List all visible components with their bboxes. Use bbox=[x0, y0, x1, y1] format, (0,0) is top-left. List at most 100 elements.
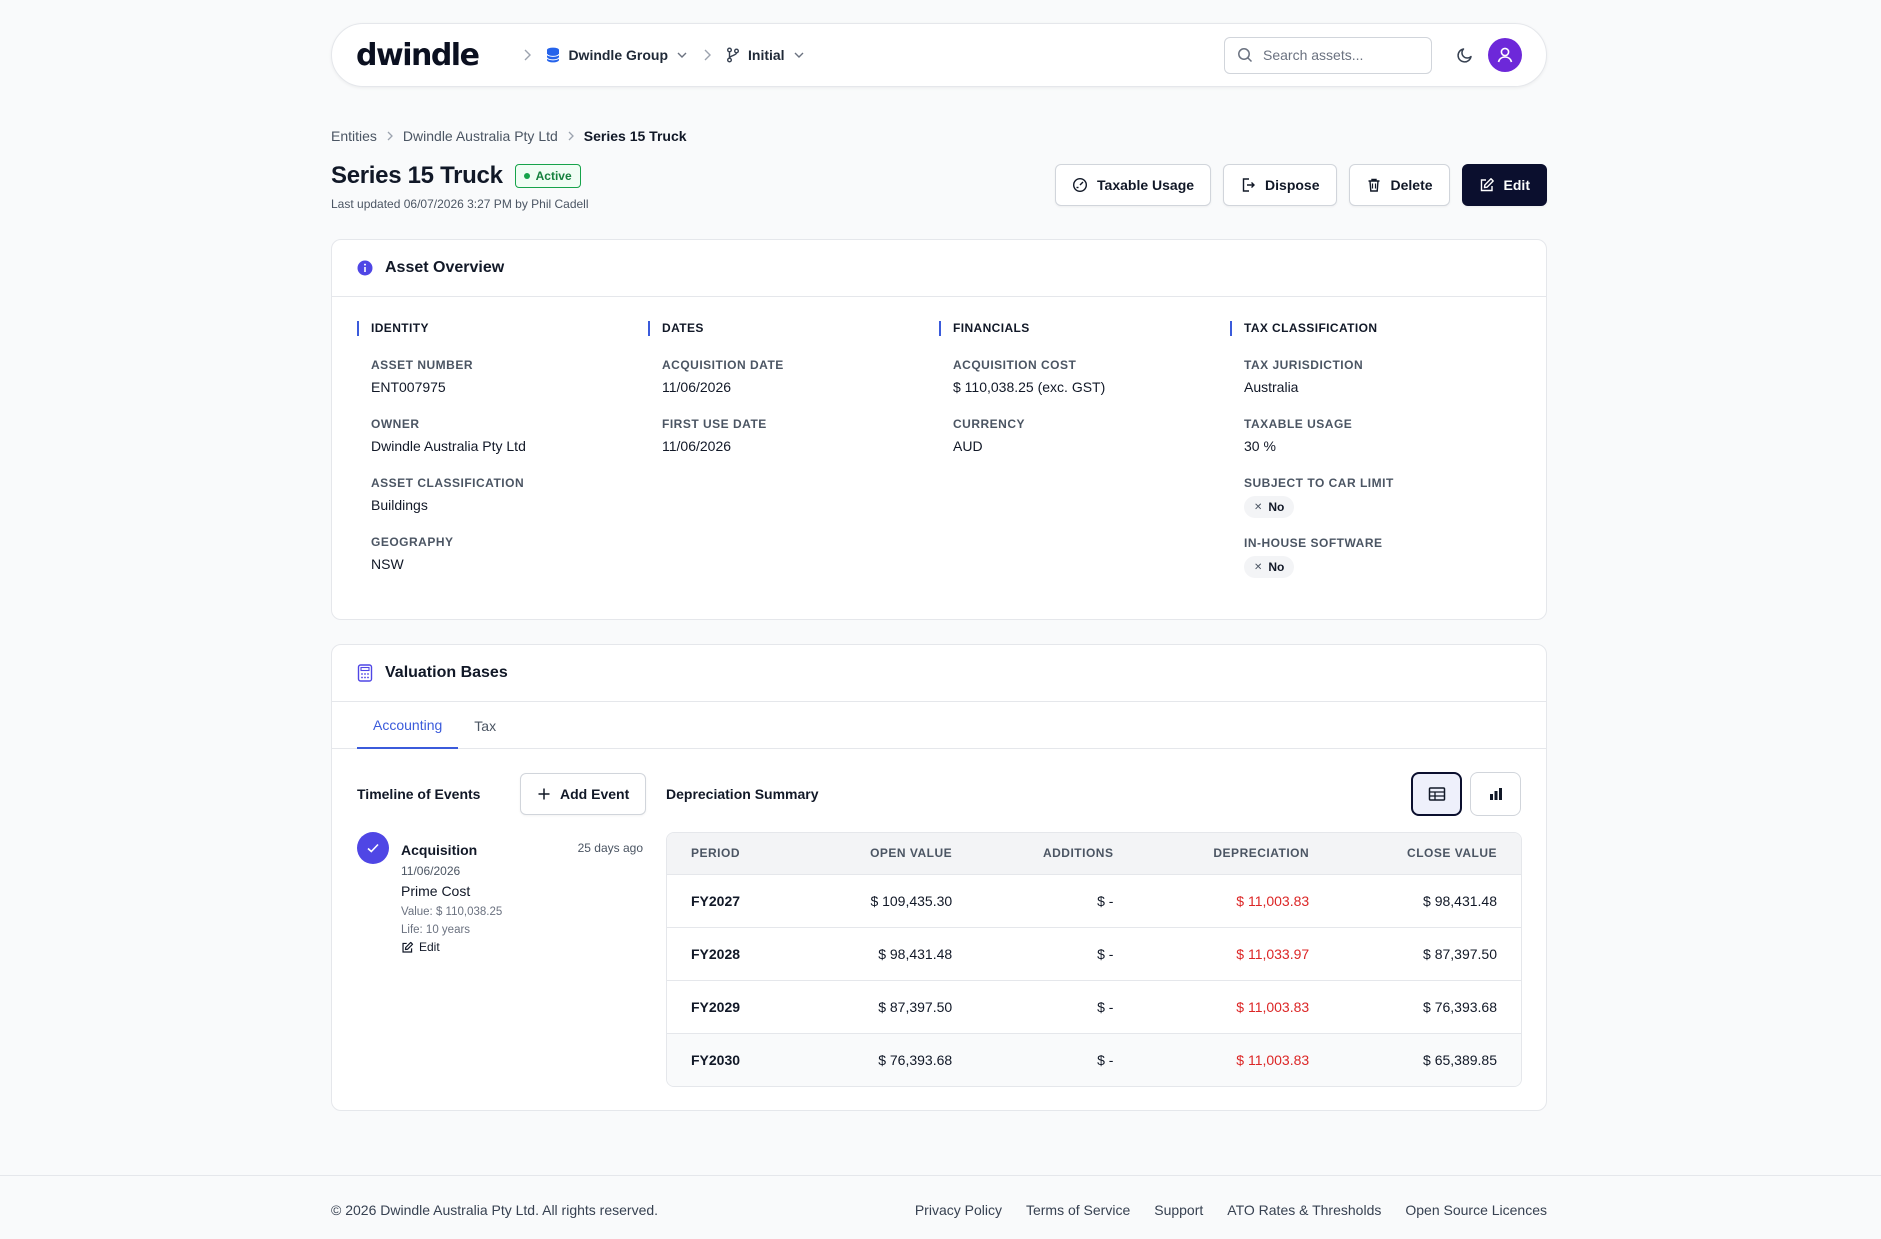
field-label: TAXABLE USAGE bbox=[1244, 417, 1353, 431]
copyright: © 2026 Dwindle Australia Pty Ltd. All ri… bbox=[331, 1202, 659, 1218]
acquisition-date: 11/06/2026 bbox=[662, 379, 732, 395]
open-value-cell: $ 87,397.50 bbox=[799, 980, 977, 1034]
branch-selector[interactable]: Initial bbox=[726, 47, 805, 63]
column-header: CLOSE VALUE bbox=[1333, 833, 1521, 875]
event-date: 11/06/2026 bbox=[401, 864, 461, 878]
table-header-row: PERIOD OPEN VALUE ADDITIONS DEPRECIATION… bbox=[667, 833, 1521, 875]
depreciation-table: PERIOD OPEN VALUE ADDITIONS DEPRECIATION… bbox=[666, 832, 1522, 1087]
chevron-right-icon bbox=[522, 49, 532, 61]
add-event-button[interactable]: Add Event bbox=[520, 773, 647, 815]
branch-name: Initial bbox=[748, 47, 785, 63]
close-value-cell: $ 98,431.48 bbox=[1333, 874, 1521, 928]
additions-cell: $ - bbox=[976, 980, 1138, 1034]
column-header: PERIOD bbox=[667, 833, 800, 875]
in-house-software-value: No bbox=[1268, 560, 1285, 574]
table-view-button[interactable] bbox=[1411, 772, 1462, 816]
additions-cell: $ - bbox=[976, 1033, 1138, 1086]
add-event-label: Add Event bbox=[560, 786, 630, 802]
field-label: ASSET NUMBER bbox=[371, 358, 474, 372]
asset-number: ENT007975 bbox=[371, 379, 446, 395]
close-value-cell: $ 65,389.85 bbox=[1333, 1033, 1521, 1086]
timeline-title: Timeline of Events bbox=[357, 786, 481, 802]
valuation-tabs: Accounting Tax bbox=[332, 702, 1546, 749]
field-label: TAX JURISDICTION bbox=[1244, 358, 1364, 372]
depreciation-summary-title: Depreciation Summary bbox=[666, 786, 819, 802]
field-label: OWNER bbox=[371, 417, 420, 431]
open-value-cell: $ 76,393.68 bbox=[799, 1033, 977, 1086]
info-icon bbox=[357, 260, 373, 276]
additions-cell: $ - bbox=[976, 874, 1138, 928]
tab-tax[interactable]: Tax bbox=[458, 702, 512, 749]
footer-links: Privacy Policy Terms of Service Support … bbox=[915, 1202, 1547, 1218]
gauge-icon bbox=[1073, 177, 1088, 193]
search-input[interactable] bbox=[1263, 47, 1403, 63]
avatar[interactable] bbox=[1488, 38, 1522, 72]
car-limit-value: No bbox=[1268, 500, 1285, 514]
asset-classification: Buildings bbox=[371, 497, 428, 513]
period-cell: FY2027 bbox=[667, 874, 800, 928]
edit-button[interactable]: Edit bbox=[1461, 164, 1547, 206]
additions-cell: $ - bbox=[976, 927, 1138, 981]
dispose-label: Dispose bbox=[1265, 177, 1320, 193]
view-toggle bbox=[1411, 772, 1521, 816]
trash-icon bbox=[1368, 178, 1380, 192]
financials-section: FINANCIALS ACQUISITION COST $ 110,038.25 … bbox=[939, 321, 1230, 578]
page-header: Series 15 Truck Active Last updated 06/0… bbox=[331, 162, 1547, 212]
asset-overview-title: Asset Overview bbox=[385, 259, 505, 276]
header-actions: Taxable Usage Dispose Delete Edit bbox=[1055, 164, 1547, 206]
depreciation-cell: $ 11,033.97 bbox=[1137, 927, 1334, 981]
column-header: DEPRECIATION bbox=[1137, 833, 1334, 875]
event-ago: 25 days ago bbox=[577, 841, 643, 855]
taxable-usage: 30 % bbox=[1244, 438, 1276, 454]
breadcrumb-entity[interactable]: Dwindle Australia Pty Ltd bbox=[403, 128, 558, 144]
git-branch-icon bbox=[727, 47, 739, 63]
dispose-button[interactable]: Dispose bbox=[1223, 164, 1337, 206]
event-edit-button[interactable]: Edit bbox=[401, 940, 440, 954]
footer-link-privacy[interactable]: Privacy Policy bbox=[915, 1202, 1002, 1218]
tab-accounting[interactable]: Accounting bbox=[357, 702, 459, 749]
taxable-usage-button[interactable]: Taxable Usage bbox=[1055, 164, 1212, 206]
owner: Dwindle Australia Pty Ltd bbox=[371, 438, 526, 454]
depreciation-cell: $ 11,003.83 bbox=[1137, 980, 1334, 1034]
section-heading: IDENTITY bbox=[357, 321, 648, 336]
moon-icon bbox=[1457, 48, 1472, 63]
org-selector[interactable]: Dwindle Group bbox=[546, 47, 688, 63]
table-row: FY2028 $ 98,431.48 $ - $ 11,033.97 $ 87,… bbox=[667, 927, 1521, 981]
logo[interactable]: dwindle bbox=[356, 38, 480, 73]
status-badge: Active bbox=[514, 164, 581, 188]
field-label: GEOGRAPHY bbox=[371, 535, 454, 549]
table-row: FY2027 $ 109,435.30 $ - $ 11,003.83 $ 98… bbox=[667, 874, 1521, 928]
chevron-down-icon bbox=[794, 52, 804, 58]
search-box[interactable] bbox=[1224, 36, 1432, 74]
footer-link-terms[interactable]: Terms of Service bbox=[1026, 1202, 1130, 1218]
depreciation-cell: $ 11,003.83 bbox=[1137, 874, 1334, 928]
close-value-cell: $ 87,397.50 bbox=[1333, 927, 1521, 981]
tax-classification-section: TAX CLASSIFICATION TAX JURISDICTION Austr… bbox=[1230, 321, 1521, 578]
delete-label: Delete bbox=[1390, 177, 1433, 193]
car-limit-pill: ✕ No bbox=[1244, 496, 1295, 518]
edit-icon bbox=[402, 941, 414, 953]
breadcrumb: Entities Dwindle Australia Pty Ltd Serie… bbox=[331, 128, 1547, 144]
field-label: ACQUISITION DATE bbox=[662, 358, 784, 372]
section-heading: DATES bbox=[648, 321, 939, 336]
footer-link-support[interactable]: Support bbox=[1154, 1202, 1203, 1218]
search-icon bbox=[1238, 48, 1253, 63]
event-title: Acquisition bbox=[401, 842, 478, 858]
footer-link-ato-rates[interactable]: ATO Rates & Thresholds bbox=[1227, 1202, 1381, 1218]
breadcrumb-current: Series 15 Truck bbox=[583, 128, 687, 144]
chevron-right-icon bbox=[702, 49, 712, 61]
page-title: Series 15 Truck bbox=[331, 162, 503, 189]
dates-section: DATES ACQUISITION DATE 11/06/2026 FIRST U… bbox=[648, 321, 939, 578]
status-text: Active bbox=[535, 169, 572, 183]
exit-icon bbox=[1242, 178, 1256, 192]
breadcrumb-entities[interactable]: Entities bbox=[331, 128, 377, 144]
asset-overview-card: Asset Overview IDENTITY ASSET NUMBER ENT0… bbox=[331, 239, 1547, 620]
edit-label: Edit bbox=[1503, 177, 1530, 193]
theme-toggle[interactable] bbox=[1456, 46, 1474, 64]
footer-link-licences[interactable]: Open Source Licences bbox=[1405, 1202, 1547, 1218]
chevron-right-icon bbox=[386, 131, 394, 141]
delete-button[interactable]: Delete bbox=[1348, 164, 1450, 206]
chart-view-button[interactable] bbox=[1470, 772, 1521, 816]
x-icon: ✕ bbox=[1254, 501, 1263, 513]
asset-overview-header: Asset Overview bbox=[332, 240, 1546, 297]
